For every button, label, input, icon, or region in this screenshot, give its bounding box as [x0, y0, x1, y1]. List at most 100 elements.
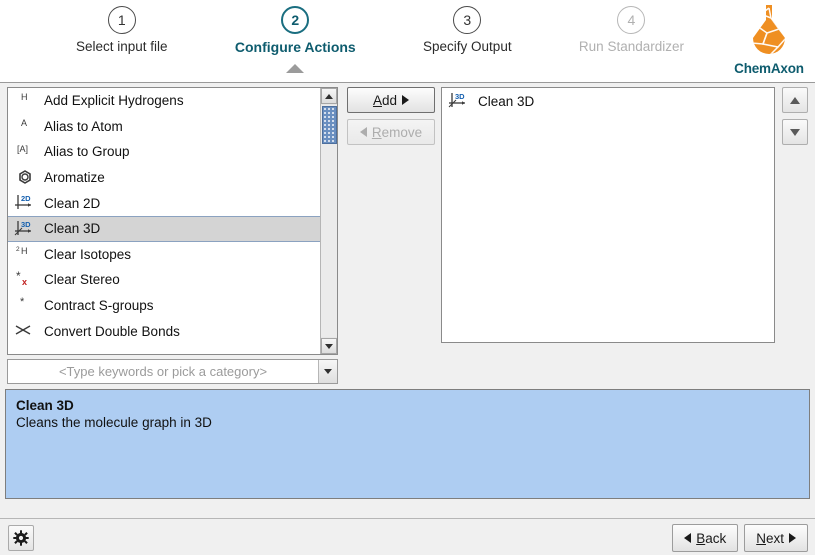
- step-2-label: Configure Actions: [235, 39, 356, 55]
- clean-2d-axes-icon: 2D: [14, 193, 38, 213]
- description-title: Clean 3D: [16, 398, 799, 413]
- keyword-filter-placeholder[interactable]: <Type keywords or pick a category>: [8, 364, 318, 379]
- wizard-footer: Back Next: [0, 518, 815, 555]
- triangle-down-glyph: [324, 369, 332, 374]
- step-4-number: 4: [617, 6, 645, 34]
- svg-text:H: H: [21, 246, 28, 256]
- wizard-step-1[interactable]: 1 Select input file: [70, 6, 174, 54]
- clean-3d-axes-icon: 3D: [448, 91, 472, 111]
- list-item[interactable]: [A] Alias to Group: [8, 139, 320, 165]
- back-button-label: Back: [696, 531, 726, 546]
- step-1-number: 1: [108, 6, 136, 34]
- step-3-label: Specify Output: [423, 39, 512, 54]
- step-3-number: 3: [453, 6, 481, 34]
- list-item-label: Clean 3D: [43, 221, 100, 236]
- list-item[interactable]: 2 H Clear Isotopes: [8, 242, 320, 268]
- clean-3d-axes-icon: 3D: [14, 219, 38, 239]
- back-button[interactable]: Back: [672, 524, 738, 552]
- chemaxon-flask-icon: [741, 2, 797, 60]
- logo-wordmark: ChemAxon: [734, 61, 804, 76]
- keyword-filter-combobox[interactable]: <Type keywords or pick a category>: [7, 359, 338, 384]
- list-item[interactable]: Convert Double Bonds: [8, 318, 320, 344]
- chevron-down-icon[interactable]: [318, 360, 337, 383]
- scrollbar-down-button[interactable]: [321, 338, 337, 354]
- add-mnemonic: A: [373, 93, 382, 108]
- svg-text:x: x: [22, 277, 27, 287]
- active-step-caret-icon: [286, 64, 304, 73]
- move-up-button[interactable]: [782, 87, 808, 113]
- wizard-step-3[interactable]: 3 Specify Output: [417, 6, 518, 54]
- svg-text:3D: 3D: [21, 220, 31, 229]
- gear-icon: [13, 530, 29, 546]
- triangle-left-icon: [360, 127, 367, 137]
- available-actions-scrollbar[interactable]: [320, 88, 337, 354]
- triangle-right-icon: [402, 95, 409, 105]
- list-item-label: Add Explicit Hydrogens: [43, 93, 184, 108]
- clear-stereo-icon: * x: [14, 270, 38, 290]
- selected-actions-panel[interactable]: 3D Clean 3D: [441, 87, 775, 343]
- scrollbar-up-button[interactable]: [321, 88, 337, 104]
- next-button-label: Next: [756, 531, 784, 546]
- list-item[interactable]: * Contract S-groups: [8, 293, 320, 319]
- hydrogen-h-icon: H: [14, 91, 38, 111]
- svg-text:A: A: [21, 118, 27, 128]
- available-actions-panel: H Add Explicit Hydrogens A Alias to Atom…: [7, 87, 338, 355]
- scrollbar-thumb[interactable]: [322, 106, 337, 144]
- next-button[interactable]: Next: [744, 524, 808, 552]
- add-button[interactable]: Add: [347, 87, 435, 113]
- reorder-button-group: [782, 87, 808, 151]
- remove-button-label: Remove: [372, 125, 422, 140]
- list-item-label: Contract S-groups: [43, 298, 154, 313]
- triangle-left-icon: [684, 533, 691, 543]
- convert-double-bonds-icon: [14, 321, 38, 341]
- list-item[interactable]: A Alias to Atom: [8, 114, 320, 140]
- list-item-label: Clear Stereo: [43, 272, 120, 287]
- list-item-label: Clear Isotopes: [43, 247, 131, 262]
- list-item[interactable]: 2D Clean 2D: [8, 190, 320, 216]
- alias-a-icon: A: [14, 116, 38, 136]
- triangle-down-icon: [790, 129, 800, 136]
- action-description-panel: Clean 3D Cleans the molecule graph in 3D: [5, 389, 810, 499]
- step-1-label: Select input file: [76, 39, 168, 54]
- contract-sgroups-icon: *: [14, 296, 38, 316]
- standardizer-wizard-window: 1 Select input file 2 Configure Actions …: [0, 0, 815, 555]
- settings-button[interactable]: [8, 525, 34, 551]
- next-mnemonic: N: [756, 531, 766, 546]
- list-item-label: Alias to Group: [43, 144, 130, 159]
- aromatize-ring-icon: [14, 168, 38, 188]
- wizard-step-4: 4 Run Standardizer: [573, 6, 690, 54]
- list-item[interactable]: * x Clear Stereo: [8, 267, 320, 293]
- remove-button: Remove: [347, 119, 435, 145]
- back-mnemonic: B: [696, 531, 705, 546]
- svg-text:3D: 3D: [455, 92, 465, 101]
- list-item-label: Aromatize: [43, 170, 105, 185]
- list-item-label: Clean 2D: [43, 196, 100, 211]
- clear-isotopes-icon: 2 H: [14, 244, 38, 264]
- remove-mnemonic: R: [372, 125, 382, 140]
- transfer-button-group: Add Remove: [347, 87, 435, 145]
- list-item[interactable]: Aromatize: [8, 165, 320, 191]
- move-down-button[interactable]: [782, 119, 808, 145]
- add-button-label: Add: [373, 93, 397, 108]
- list-item[interactable]: H Add Explicit Hydrogens: [8, 88, 320, 114]
- step-2-number: 2: [281, 6, 309, 34]
- alias-bracket-a-icon: [A]: [14, 142, 38, 162]
- list-item-selected[interactable]: 3D Clean 3D: [8, 216, 320, 242]
- svg-text:*: *: [16, 270, 21, 283]
- available-actions-list[interactable]: H Add Explicit Hydrogens A Alias to Atom…: [8, 88, 320, 354]
- description-text: Cleans the molecule graph in 3D: [16, 415, 799, 430]
- step-4-label: Run Standardizer: [579, 39, 684, 54]
- svg-text:[A]: [A]: [17, 144, 28, 154]
- triangle-up-icon: [790, 97, 800, 104]
- svg-text:2D: 2D: [21, 194, 31, 203]
- list-item[interactable]: 3D Clean 3D: [442, 88, 774, 114]
- wizard-step-2[interactable]: 2 Configure Actions: [229, 6, 362, 55]
- svg-text:2: 2: [16, 246, 20, 253]
- svg-text:H: H: [21, 92, 28, 102]
- configure-actions-body: H Add Explicit Hydrogens A Alias to Atom…: [0, 83, 815, 518]
- list-item-label: Alias to Atom: [43, 119, 123, 134]
- triangle-right-icon: [789, 533, 796, 543]
- wizard-steps: 1 Select input file 2 Configure Actions …: [70, 6, 690, 55]
- svg-text:*: *: [20, 296, 25, 308]
- wizard-header: 1 Select input file 2 Configure Actions …: [0, 0, 815, 83]
